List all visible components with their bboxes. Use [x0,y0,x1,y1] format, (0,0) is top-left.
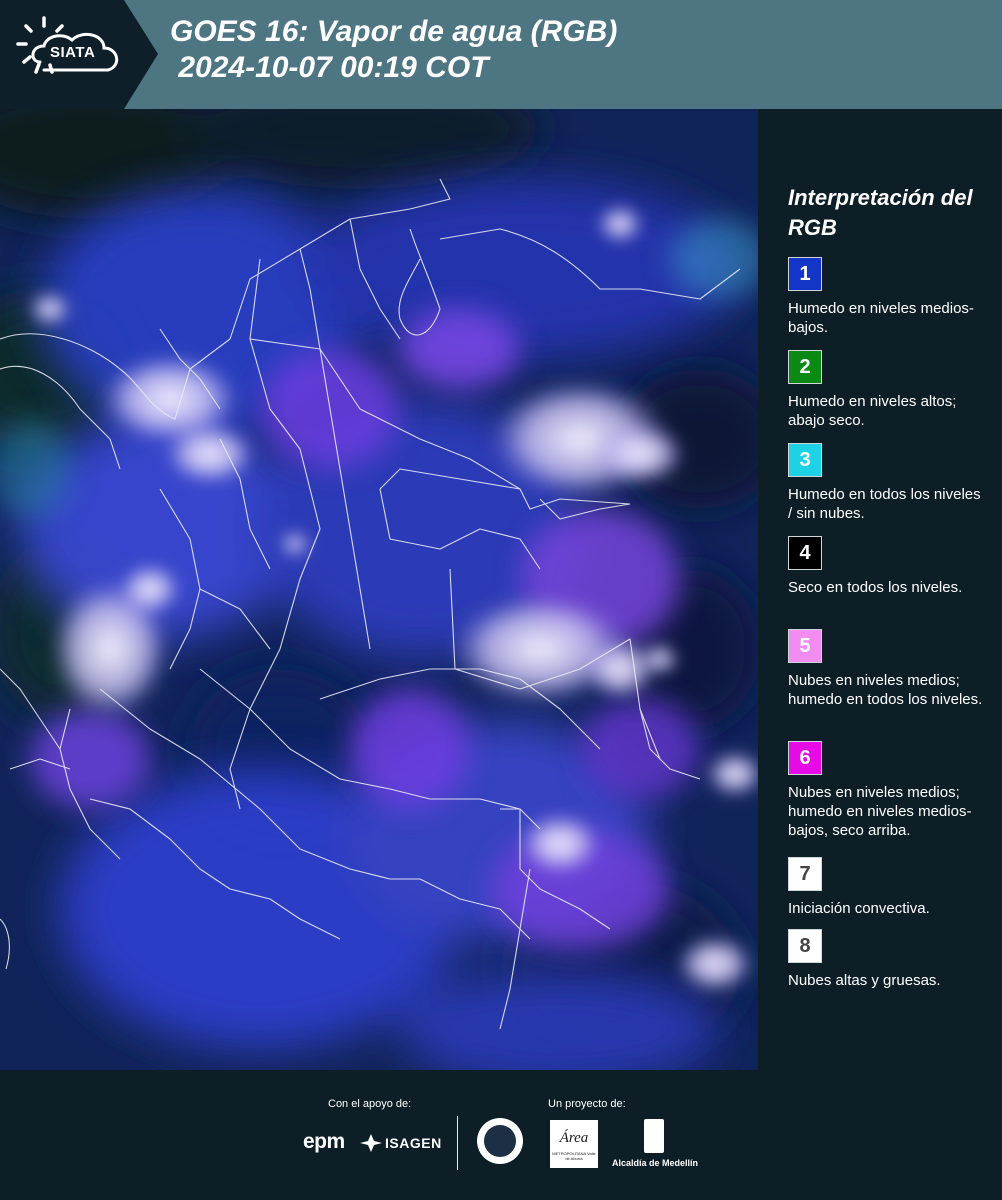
satellite-map [0,109,758,1070]
siata-logo-panel: SIATA [0,0,158,109]
alcaldia-shield-icon [644,1119,664,1153]
legend-description: Nubes en niveles medios; humedo en todos… [788,672,983,708]
legend-description: Iniciación convectiva. [788,900,930,917]
isagen-logo-icon [360,1134,382,1152]
header-bar: SIATA GOES 16: Vapor de agua (RGB) 2024-… [0,0,1002,109]
isagen-logo: ISAGEN [385,1135,442,1151]
satellite-imagery [0,109,758,1070]
legend-item-4: 4 Seco en todos los niveles. [788,536,988,597]
legend-description: Nubes en niveles medios; humedo en nivel… [788,784,972,839]
project-label: Un proyecto de: [548,1098,626,1110]
legend-description: Humedo en niveles altos; abajo seco. [788,393,957,429]
legend-swatch: 4 [788,536,822,570]
legend-swatch: 3 [788,443,822,477]
legend-swatch: 2 [788,350,822,384]
legend-description: Nubes altas y gruesas. [788,972,941,989]
footer-divider [457,1116,458,1170]
area-metropolitana-logo: Área METROPOLITANA Valle de Aburrá [550,1120,598,1168]
support-label: Con el apoyo de: [328,1098,412,1110]
legend-item-1: 1 Humedo en niveles medios-bajos. [788,257,988,337]
legend-description: Humedo en niveles medios-bajos. [788,300,974,336]
legend-swatch: 7 [788,857,822,891]
legend-item-3: 3 Humedo en todos los niveles / sin nube… [788,443,988,523]
siata-logo-text: SIATA [50,44,96,61]
legend-item-8: 8 Nubes altas y gruesas. [788,929,988,990]
legend-swatch: 6 [788,741,822,775]
legend-panel: Interpretación del RGB 1 Humedo en nivel… [760,109,1002,1070]
legend-swatch: 8 [788,929,822,963]
epm-logo: epm [303,1130,345,1153]
footer: Con el apoyo de: Un proyecto de: epm ISA… [0,1070,1002,1200]
page-title: GOES 16: Vapor de agua (RGB) 2024-10-07 … [170,15,618,84]
legend-item-7: 7 Iniciación convectiva. [788,857,988,918]
university-seal-icon [477,1118,523,1164]
alcaldia-medellin-logo: Alcaldía de Medellín [612,1158,699,1168]
legend-swatch: 5 [788,629,822,663]
legend-title: Interpretación del RGB [788,185,973,240]
legend-item-5: 5 Nubes en niveles medios; humedo en tod… [788,629,988,709]
legend-item-6: 6 Nubes en niveles medios; humedo en niv… [788,741,988,840]
legend-swatch: 1 [788,257,822,291]
legend-description: Humedo en todos los niveles / sin nubes. [788,486,981,522]
legend-description: Seco en todos los niveles. [788,579,963,596]
legend-item-2: 2 Humedo en niveles altos; abajo seco. [788,350,988,430]
